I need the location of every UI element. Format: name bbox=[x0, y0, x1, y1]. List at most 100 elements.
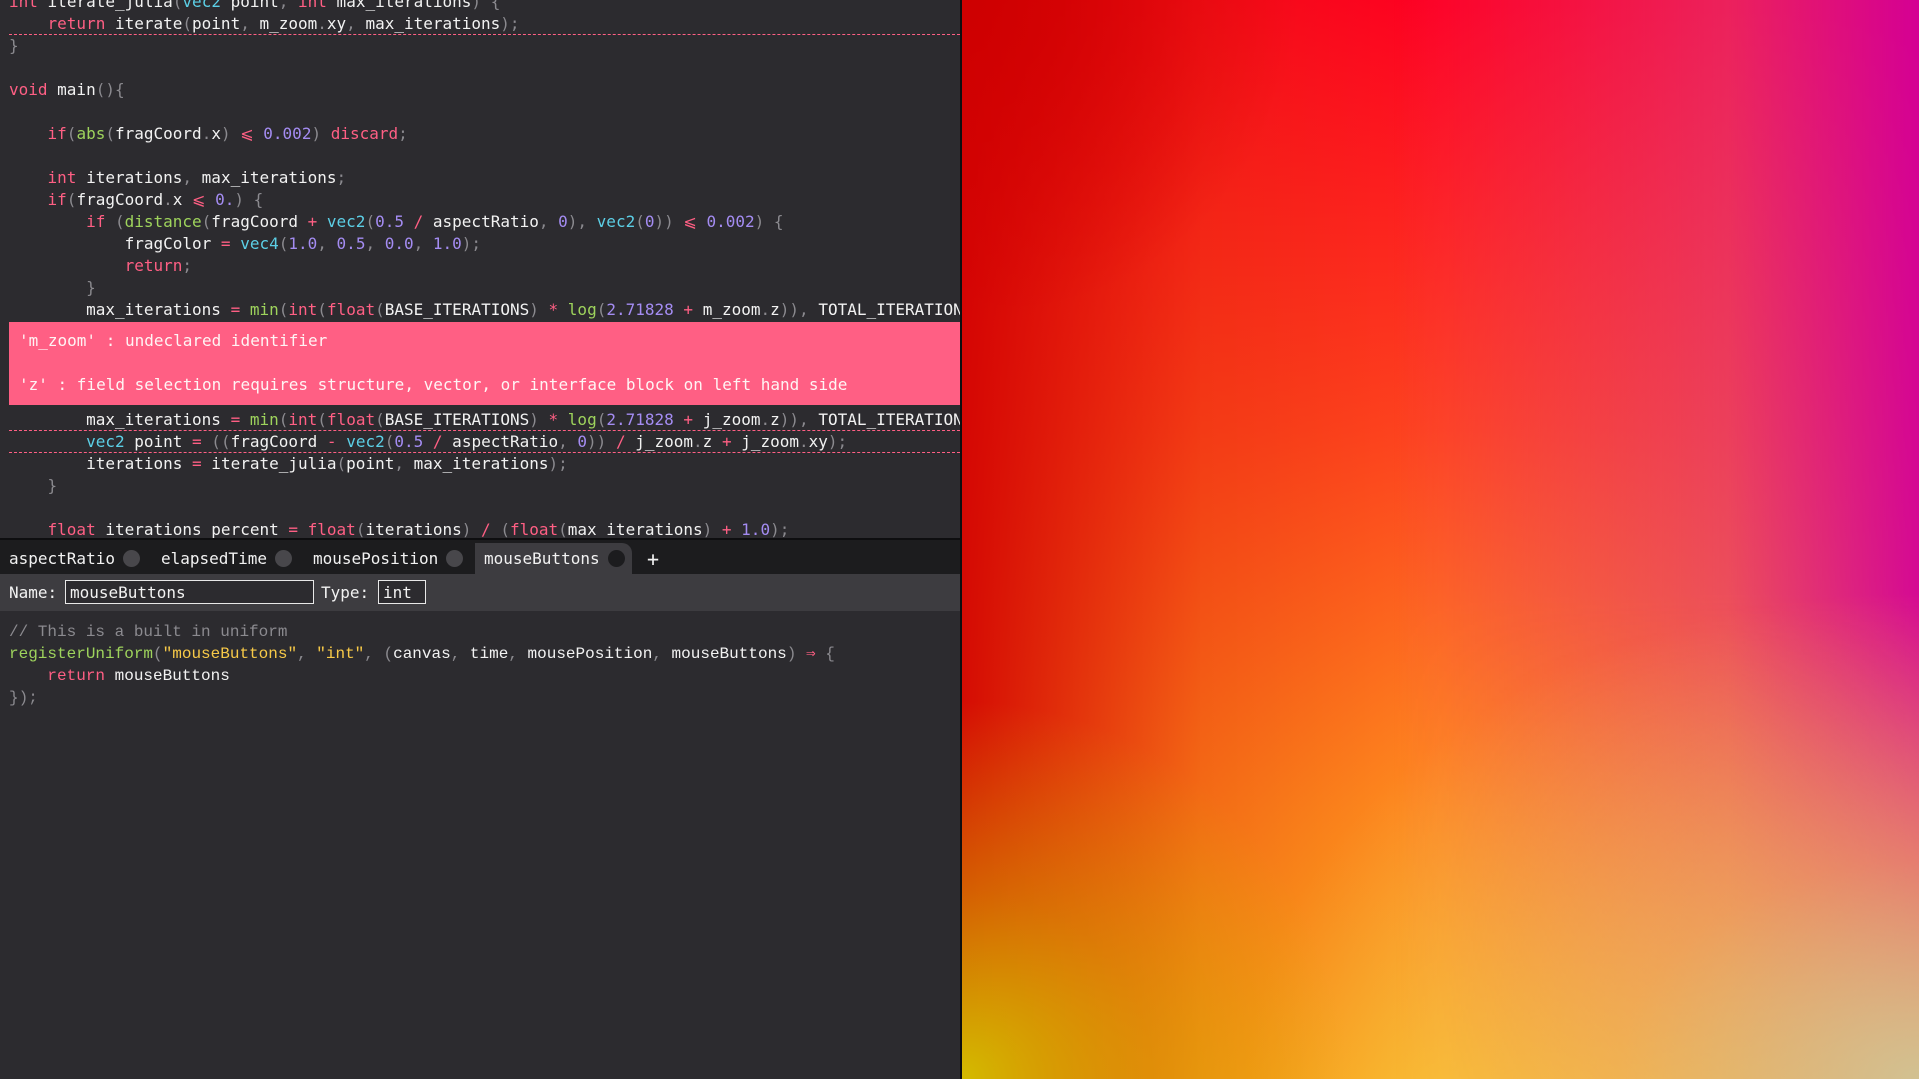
shader-code-editor[interactable]: int iterate_julia(vec2 point, int max_it… bbox=[0, 0, 960, 538]
code-token: 0.5 bbox=[375, 212, 404, 231]
code-token: float bbox=[509, 520, 559, 538]
error-message: 'z' : field selection requires structure… bbox=[19, 375, 848, 394]
code-token: , bbox=[450, 645, 470, 663]
code-token: { bbox=[815, 645, 835, 663]
code-token: point bbox=[124, 432, 193, 451]
add-tab-button[interactable]: + bbox=[643, 545, 663, 573]
code-token: / bbox=[432, 432, 443, 451]
code-token: TOTAL_ITERATIONS bbox=[818, 300, 960, 319]
code-token: int bbox=[288, 410, 318, 429]
close-tab-icon[interactable] bbox=[607, 550, 625, 567]
code-token: mouseButtons bbox=[671, 645, 787, 663]
code-token: float bbox=[326, 410, 376, 429]
code-token: } bbox=[9, 36, 19, 55]
code-token: , bbox=[346, 14, 366, 33]
uniform-type-input[interactable] bbox=[378, 580, 426, 604]
code-token: discard bbox=[330, 124, 399, 143]
code-line: iterations = iterate_julia(point, max_it… bbox=[9, 453, 568, 475]
tab-aspect-ratio[interactable]: aspectRatio bbox=[9, 543, 140, 574]
code-token: iterate_julia bbox=[47, 0, 173, 11]
tab-elapsed-time[interactable]: elapsedTime bbox=[161, 543, 292, 574]
type-label: Type: bbox=[321, 583, 370, 602]
code-token: * bbox=[548, 410, 559, 429]
code-token: max_iterations bbox=[365, 14, 501, 33]
code-token: , bbox=[364, 645, 384, 663]
shader-preview-canvas[interactable] bbox=[962, 0, 1919, 1079]
code-token: + bbox=[683, 300, 694, 319]
code-token: z bbox=[770, 410, 780, 429]
code-token: fragCoord bbox=[76, 190, 164, 209]
uniform-name-input[interactable] bbox=[65, 580, 314, 604]
code-token: }); bbox=[9, 689, 38, 707]
code-token: ( bbox=[365, 212, 376, 231]
code-token: ( bbox=[383, 645, 394, 663]
code-token: ); bbox=[500, 14, 520, 33]
close-tab-icon[interactable] bbox=[122, 550, 140, 567]
code-token: 0.002 bbox=[263, 124, 312, 143]
code-token: + bbox=[683, 410, 694, 429]
code-token: = bbox=[220, 234, 231, 253]
code-token: m_zoom bbox=[693, 300, 761, 319]
code-token: 1.0 bbox=[432, 234, 462, 253]
code-token: if bbox=[47, 124, 67, 143]
code-token: vec2 bbox=[596, 212, 636, 231]
code-line: int iterate_julia(vec2 point, int max_it… bbox=[9, 0, 500, 13]
code-token: int bbox=[298, 0, 327, 11]
code-token: vec4 bbox=[240, 234, 279, 253]
code-token: + bbox=[721, 432, 732, 451]
code-token: BASE_ITERATIONS bbox=[384, 410, 530, 429]
code-token: mousePosition bbox=[527, 645, 653, 663]
code-line: }); bbox=[9, 687, 38, 709]
code-token: . bbox=[799, 432, 809, 451]
code-token: return bbox=[47, 14, 106, 33]
code-token: 0.002 bbox=[706, 212, 755, 231]
code-token: ( bbox=[153, 645, 163, 663]
code-token: BASE_ITERATIONS bbox=[384, 300, 530, 319]
tab-mouse-buttons[interactable]: mouseButtons bbox=[475, 543, 632, 574]
tab-mouse-position[interactable]: mousePosition bbox=[313, 543, 464, 574]
code-line: max_iterations = min(int(float(BASE_ITER… bbox=[9, 299, 960, 321]
code-token: . bbox=[201, 124, 212, 143]
code-line: void main(){ bbox=[9, 79, 125, 101]
code-token: float bbox=[47, 520, 96, 538]
code-token: , bbox=[508, 645, 528, 663]
code-token: ; bbox=[336, 168, 347, 187]
code-token: . bbox=[163, 190, 173, 209]
code-token: ( bbox=[278, 234, 289, 253]
code-token: ( bbox=[172, 0, 183, 11]
code-token: )) bbox=[587, 432, 616, 451]
code-token: , bbox=[394, 454, 414, 473]
code-token: ( bbox=[596, 410, 607, 429]
close-tab-icon[interactable] bbox=[446, 550, 464, 567]
code-token: max_iterations bbox=[326, 0, 472, 11]
code-token: iterate_julia bbox=[201, 454, 337, 473]
code-token: max_iterations bbox=[413, 454, 549, 473]
code-token: max_iterations bbox=[567, 520, 703, 538]
code-token: , bbox=[365, 234, 385, 253]
code-line: vec2 point = ((fragCoord - vec2(0.5 / as… bbox=[9, 431, 847, 453]
close-tab-icon[interactable] bbox=[274, 550, 292, 567]
code-token: ( bbox=[182, 14, 193, 33]
code-token: = bbox=[288, 520, 298, 538]
code-token: j_zoom bbox=[693, 410, 761, 429]
code-token: = bbox=[230, 300, 241, 319]
code-token: log bbox=[567, 410, 597, 429]
code-token: x bbox=[172, 190, 193, 209]
tab-label: elapsedTime bbox=[161, 549, 267, 568]
uniform-code-editor[interactable]: // This is a built in uniform registerUni… bbox=[0, 611, 960, 1079]
code-token: ) bbox=[529, 410, 549, 429]
code-token: x bbox=[211, 124, 221, 143]
code-token: ⩽ bbox=[240, 124, 254, 143]
